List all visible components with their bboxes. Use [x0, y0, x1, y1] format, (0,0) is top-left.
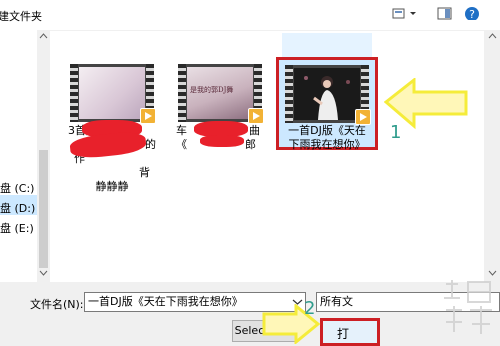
- file-caption-line: 一首DJ版《天在: [288, 124, 366, 137]
- video-thumbnail: 是我的郭DJ舞: [178, 64, 264, 124]
- file-item-3-selected[interactable]: 一首DJ版《天在 下雨我在想你》: [276, 57, 378, 151]
- video-thumbnail: [70, 64, 156, 124]
- svg-text:?: ?: [469, 8, 475, 20]
- nav-scroll-thumb[interactable]: [39, 150, 48, 268]
- play-icon: [248, 108, 264, 124]
- hover-highlight: [282, 33, 372, 57]
- drive-d[interactable]: 盘 (D:): [0, 200, 35, 216]
- open-button[interactable]: 打: [320, 318, 380, 346]
- drive-e[interactable]: 盘 (E:): [0, 220, 34, 236]
- preview-pane-icon[interactable]: [437, 7, 453, 21]
- annotation-number-2: 2: [304, 298, 316, 319]
- singer-image: [304, 76, 350, 120]
- toolbar: 建文件夹 ?: [0, 0, 500, 31]
- thumbnail-text: 是我的郭DJ舞: [190, 86, 234, 94]
- help-icon[interactable]: ?: [464, 6, 480, 20]
- scroll-up-icon[interactable]: [39, 33, 48, 39]
- play-icon: [140, 108, 156, 124]
- video-thumbnail: [285, 65, 371, 125]
- drive-c[interactable]: 盘 (C:): [0, 180, 34, 196]
- new-folder-button[interactable]: 建文件夹: [0, 8, 42, 24]
- view-options-icon[interactable]: [392, 7, 418, 21]
- filename-label: 文件名(N):: [30, 298, 84, 311]
- file-caption-line: 背: [139, 166, 150, 179]
- content-scrollbar[interactable]: [484, 30, 500, 282]
- annotation-number-1: 1: [390, 122, 402, 143]
- file-caption-line: 下雨我在想你》: [288, 138, 366, 151]
- play-icon: [355, 109, 371, 125]
- file-caption-line: 静静静: [95, 180, 129, 193]
- scroll-down-icon[interactable]: [39, 270, 48, 276]
- open-button-label: 打: [337, 327, 350, 341]
- watermark-logo-icon: [444, 280, 492, 334]
- redaction-mark: [200, 135, 244, 147]
- scroll-up-icon[interactable]: [488, 33, 497, 39]
